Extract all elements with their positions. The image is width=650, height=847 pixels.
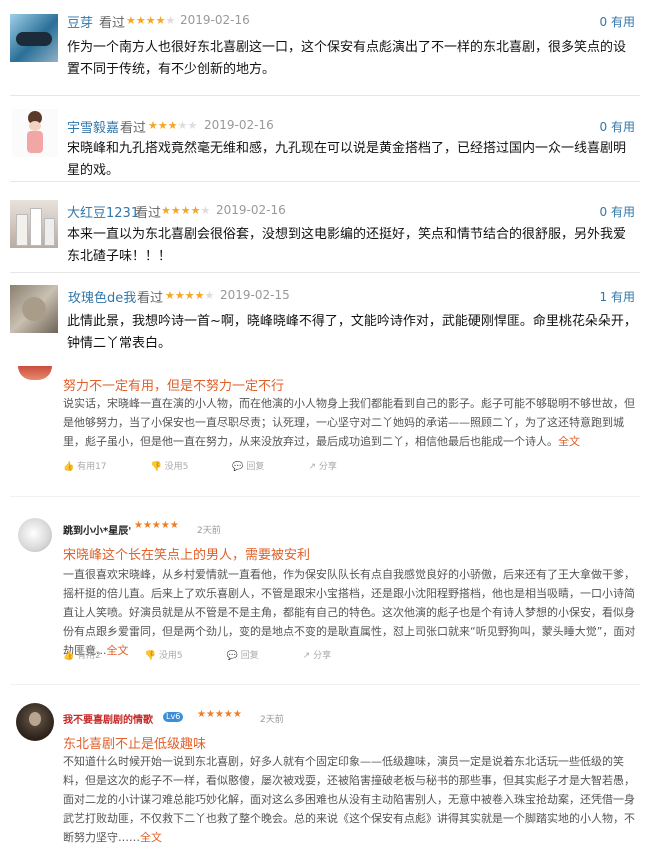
avatar[interactable] (10, 14, 58, 62)
comment-date: 2019-02-16 (204, 118, 274, 132)
share-action[interactable]: ↗ 分享 (303, 651, 353, 661)
review-actions: 👍 有用2 👎 没用5 💬 回复 ↗ 分享 (63, 648, 375, 661)
useless-action[interactable]: 👎 没用5 (151, 462, 211, 472)
rating-stars: ★★★★★ (197, 709, 242, 720)
useful-action[interactable]: 👍 有用17 (63, 462, 129, 472)
reviewer-name[interactable]: 我不要喜剧剧的情歌 (63, 711, 153, 726)
read-full-link[interactable]: 全文 (558, 435, 580, 448)
review-title[interactable]: 努力不一定有用，但是不努力一定不行 (63, 375, 284, 394)
watched-label: 看过 (137, 291, 164, 306)
vip-badge: Lv6 (163, 712, 184, 722)
divider (10, 496, 640, 497)
useless-action[interactable]: 👎 没用5 (145, 651, 205, 661)
review-text: 不知道什么时候开始一说到东北喜剧，好多人就有个固定印象——低级趣味，演员一定是说… (63, 755, 635, 844)
review-text: 说实话，宋晓峰一直在演的小人物，而在他演的小人物身上我们都能看到自己的影子。彪子… (63, 397, 635, 448)
rating-stars: ★★★★★ (134, 520, 179, 531)
rating-stars: ★★★★★ (148, 119, 198, 132)
useful-button[interactable]: 1 有用 (575, 288, 635, 305)
review-time: 2天前 (260, 715, 284, 725)
review-actions: 👍 有用17 👎 没用5 💬 回复 ↗ 分享 (63, 459, 381, 472)
comment-date: 2019-02-16 (216, 203, 286, 217)
read-full-link[interactable]: 全文 (140, 831, 162, 844)
comment-text: 此情此景，我想吟诗一首~啊，晓峰晓峰不得了，文能吟诗作对，武能硬刚悍匪。命里桃花… (67, 314, 637, 351)
share-action[interactable]: ↗ 分享 (308, 462, 358, 472)
watched-label: 看过 (135, 206, 162, 221)
avatar[interactable] (10, 200, 58, 248)
useful-button[interactable]: 0 有用 (575, 203, 635, 220)
reply-action[interactable]: 💬 回复 (227, 651, 281, 661)
avatar[interactable] (18, 366, 52, 380)
divider (10, 95, 640, 96)
rating-stars: ★★★★★ (165, 289, 215, 302)
avatar[interactable] (16, 703, 54, 741)
comment-text: 作为一个南方人也很好东北喜剧这一口，这个保安有点彪演出了不一样的东北喜剧，很多笑… (67, 40, 627, 77)
avatar[interactable] (12, 109, 58, 157)
avatar[interactable] (10, 285, 58, 333)
watched-label: 看过 (99, 16, 126, 31)
user-name[interactable]: 玫瑰色de我 (68, 287, 136, 306)
comment-text: 宋晓峰和九孔搭戏竟然毫无维和感，九孔现在可以说是黄金搭档了，已经搭过国内一众一线… (67, 141, 627, 178)
useful-button[interactable]: 0 有用 (575, 13, 635, 30)
rating-stars: ★★★★★ (126, 14, 176, 27)
reviewer-name[interactable]: 跳到小小*星辰' (63, 522, 131, 537)
divider (10, 272, 640, 273)
user-name[interactable]: 大红豆1231 (67, 202, 139, 221)
reply-action[interactable]: 💬 回复 (232, 462, 286, 472)
useful-action[interactable]: 👍 有用2 (63, 651, 123, 661)
avatar[interactable] (18, 518, 52, 552)
comment-text: 本来一直以为东北喜剧会很俗套，没想到这电影编的还挺好，笑点和情节结合的很舒服，另… (67, 227, 627, 264)
comment-date: 2019-02-15 (220, 288, 290, 302)
divider (10, 684, 640, 685)
rating-stars: ★★★★★ (161, 204, 211, 217)
useful-button[interactable]: 0 有用 (575, 118, 635, 135)
user-name[interactable]: 宇雪毅嘉 (67, 117, 119, 136)
watched-label: 看过 (120, 121, 147, 136)
review-title[interactable]: 东北喜剧不止是低级趣味 (63, 733, 206, 752)
user-name[interactable]: 豆芽 (67, 12, 93, 31)
review-text: 一直很喜欢宋晓峰，从乡村爱情就一直看他，作为保安队队长有点自我感觉良好的小骄傲，… (63, 568, 636, 657)
divider (10, 181, 640, 182)
review-time: 2天前 (197, 526, 221, 536)
review-title[interactable]: 宋晓峰这个长在笑点上的男人，需要被安利 (63, 544, 310, 563)
comment-date: 2019-02-16 (180, 13, 250, 27)
